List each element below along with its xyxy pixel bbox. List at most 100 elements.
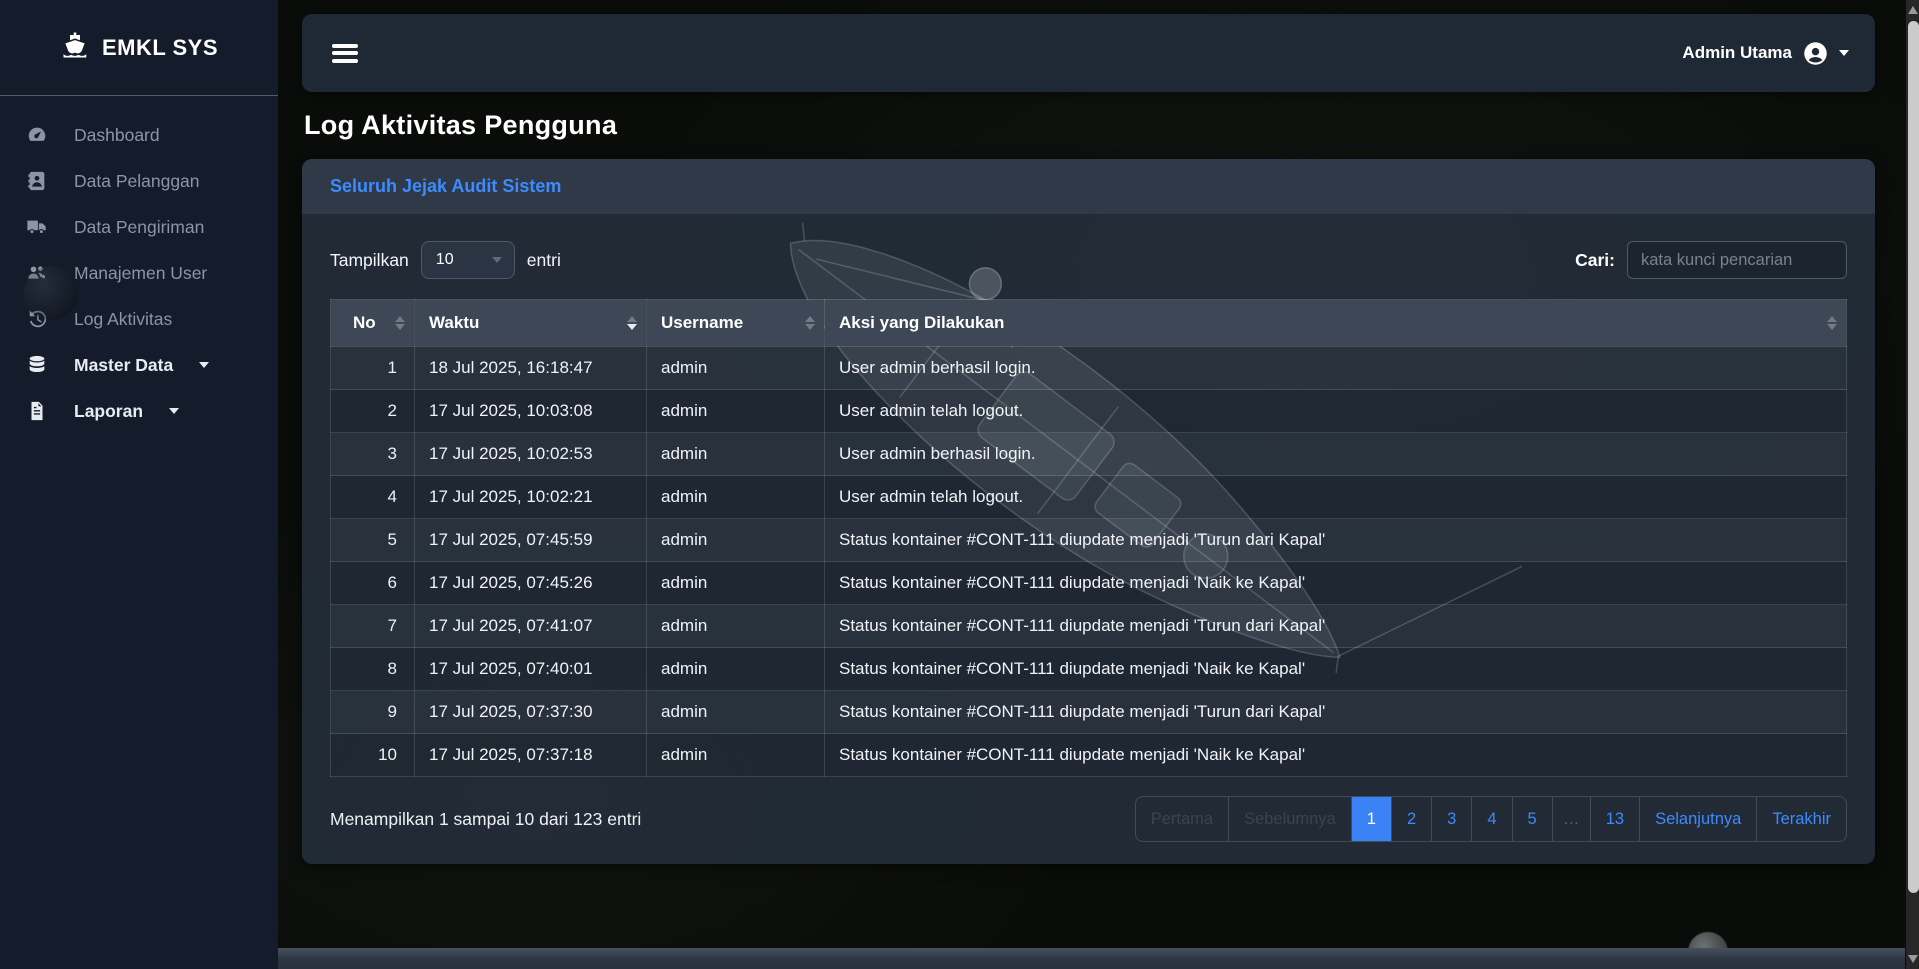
pagination: PertamaSebelumnya12345…13SelanjutnyaTera…: [1135, 796, 1847, 842]
cell-no: 2: [331, 390, 415, 433]
brand[interactable]: EMKL SYS: [0, 0, 278, 96]
table-row: 817 Jul 2025, 07:40:01adminStatus kontai…: [331, 648, 1847, 691]
cell-no: 7: [331, 605, 415, 648]
sidebar-item-label: Laporan: [74, 401, 143, 422]
page-length-value: 10: [436, 251, 454, 269]
cell-username: admin: [647, 519, 825, 562]
scroll-down-arrow-icon[interactable]: [1908, 955, 1918, 963]
chevron-down-icon: [1839, 50, 1849, 56]
sidebar-item-label: Data Pengiriman: [74, 217, 204, 238]
cell-no: 6: [331, 562, 415, 605]
user-menu[interactable]: Admin Utama: [1682, 40, 1849, 67]
cell-username: admin: [647, 562, 825, 605]
cell-aksi: Status kontainer #CONT-111 diupdate menj…: [825, 562, 1847, 605]
scrollbar-thumb[interactable]: [1908, 21, 1919, 893]
sort-icon: [395, 316, 405, 330]
pagination-13[interactable]: 13: [1590, 797, 1639, 841]
search-label: Cari:: [1575, 250, 1615, 271]
sort-icon: [1827, 316, 1837, 330]
cell-aksi: Status kontainer #CONT-111 diupdate menj…: [825, 648, 1847, 691]
cell-aksi: User admin telah logout.: [825, 476, 1847, 519]
cell-aksi: User admin berhasil login.: [825, 433, 1847, 476]
cell-no: 10: [331, 734, 415, 777]
cell-no: 1: [331, 347, 415, 390]
cell-no: 5: [331, 519, 415, 562]
card-body: Tampilkan 10 entri Cari: No Waktu Username…: [302, 215, 1875, 864]
log-activity-card: Seluruh Jejak Audit Sistem Tampilkan 10 …: [302, 159, 1875, 864]
cell-aksi: User admin berhasil login.: [825, 347, 1847, 390]
cell-waktu: 17 Jul 2025, 10:03:08: [415, 390, 647, 433]
cell-no: 8: [331, 648, 415, 691]
user-menu-label: Admin Utama: [1682, 43, 1792, 63]
column-header-waktu[interactable]: Waktu: [415, 300, 647, 347]
column-header-no[interactable]: No: [331, 300, 415, 347]
main-area: Admin Utama Log Aktivitas Pengguna: [278, 0, 1919, 969]
table-row: 417 Jul 2025, 10:02:21adminUser admin te…: [331, 476, 1847, 519]
vertical-scrollbar[interactable]: [1905, 0, 1919, 969]
table-controls: Tampilkan 10 entri Cari:: [330, 241, 1847, 279]
cell-waktu: 17 Jul 2025, 10:02:21: [415, 476, 647, 519]
chevron-down-icon: [169, 408, 179, 414]
table-row: 917 Jul 2025, 07:37:30adminStatus kontai…: [331, 691, 1847, 734]
column-header-aksi-yang-dilakukan[interactable]: Aksi yang Dilakukan: [825, 300, 1847, 347]
page-length-select[interactable]: 10: [421, 241, 515, 279]
sidebar-item-label: Log Aktivitas: [74, 309, 172, 330]
column-label: Username: [661, 313, 743, 332]
pagination-5[interactable]: 5: [1512, 797, 1552, 841]
gauge-icon: [26, 124, 50, 146]
table-info: Menampilkan 1 sampai 10 dari 123 entri: [330, 809, 641, 830]
cell-aksi: Status kontainer #CONT-111 diupdate menj…: [825, 519, 1847, 562]
pagination-terakhir[interactable]: Terakhir: [1756, 797, 1846, 841]
topbar: Admin Utama: [302, 14, 1875, 92]
sidebar-item-label: Manajemen User: [74, 263, 207, 284]
cell-username: admin: [647, 648, 825, 691]
pagination-4[interactable]: 4: [1471, 797, 1511, 841]
sidebar-item-master-data[interactable]: Master Data: [0, 343, 278, 387]
cell-waktu: 17 Jul 2025, 07:45:59: [415, 519, 647, 562]
cell-username: admin: [647, 433, 825, 476]
cell-username: admin: [647, 605, 825, 648]
sidebar-toggle-button[interactable]: [328, 34, 362, 72]
chevron-down-icon: [492, 257, 502, 263]
sort-icon: [627, 316, 637, 330]
cell-waktu: 17 Jul 2025, 07:40:01: [415, 648, 647, 691]
address-book-icon: [26, 170, 50, 192]
pagination-ellipsis: …: [1552, 797, 1590, 841]
column-header-username[interactable]: Username: [647, 300, 825, 347]
table-row: 1017 Jul 2025, 07:37:18adminStatus konta…: [331, 734, 1847, 777]
cell-aksi: Status kontainer #CONT-111 diupdate menj…: [825, 605, 1847, 648]
sort-icon: [805, 316, 815, 330]
background-sphere-decoration: [24, 266, 78, 320]
cell-username: admin: [647, 691, 825, 734]
cell-no: 9: [331, 691, 415, 734]
activity-log-table: No Waktu Username Aksi yang Dilakukan 118 J…: [330, 299, 1847, 777]
column-label: Aksi yang Dilakukan: [839, 313, 1004, 332]
cell-username: admin: [647, 390, 825, 433]
pagination-selanjutnya[interactable]: Selanjutnya: [1639, 797, 1756, 841]
cell-aksi: Status kontainer #CONT-111 diupdate menj…: [825, 691, 1847, 734]
brand-name: EMKL SYS: [102, 35, 218, 61]
pagination-3[interactable]: 3: [1431, 797, 1471, 841]
card-header: Seluruh Jejak Audit Sistem: [302, 159, 1875, 215]
cell-username: admin: [647, 347, 825, 390]
scroll-up-arrow-icon[interactable]: [1908, 6, 1918, 14]
audit-trail-link[interactable]: Seluruh Jejak Audit Sistem: [330, 176, 561, 196]
sidebar-item-dashboard[interactable]: Dashboard: [0, 113, 278, 157]
database-icon: [26, 354, 50, 376]
pagination-2[interactable]: 2: [1391, 797, 1431, 841]
pagination-sebelumnya: Sebelumnya: [1228, 797, 1351, 841]
table-row: 617 Jul 2025, 07:45:26adminStatus kontai…: [331, 562, 1847, 605]
column-label: No: [353, 313, 376, 332]
truck-icon: [26, 216, 50, 238]
sidebar-item-laporan[interactable]: Laporan: [0, 389, 278, 433]
sidebar-item-data-pelanggan[interactable]: Data Pelanggan: [0, 159, 278, 203]
table-row: 118 Jul 2025, 16:18:47adminUser admin be…: [331, 347, 1847, 390]
sidebar-item-label: Data Pelanggan: [74, 171, 200, 192]
search-control: Cari:: [1575, 241, 1847, 279]
pagination-1[interactable]: 1: [1351, 797, 1391, 841]
cell-no: 3: [331, 433, 415, 476]
cell-waktu: 17 Jul 2025, 07:41:07: [415, 605, 647, 648]
search-input[interactable]: [1627, 241, 1847, 279]
sidebar-item-data-pengiriman[interactable]: Data Pengiriman: [0, 205, 278, 249]
table-footer: Menampilkan 1 sampai 10 dari 123 entri P…: [330, 796, 1847, 842]
